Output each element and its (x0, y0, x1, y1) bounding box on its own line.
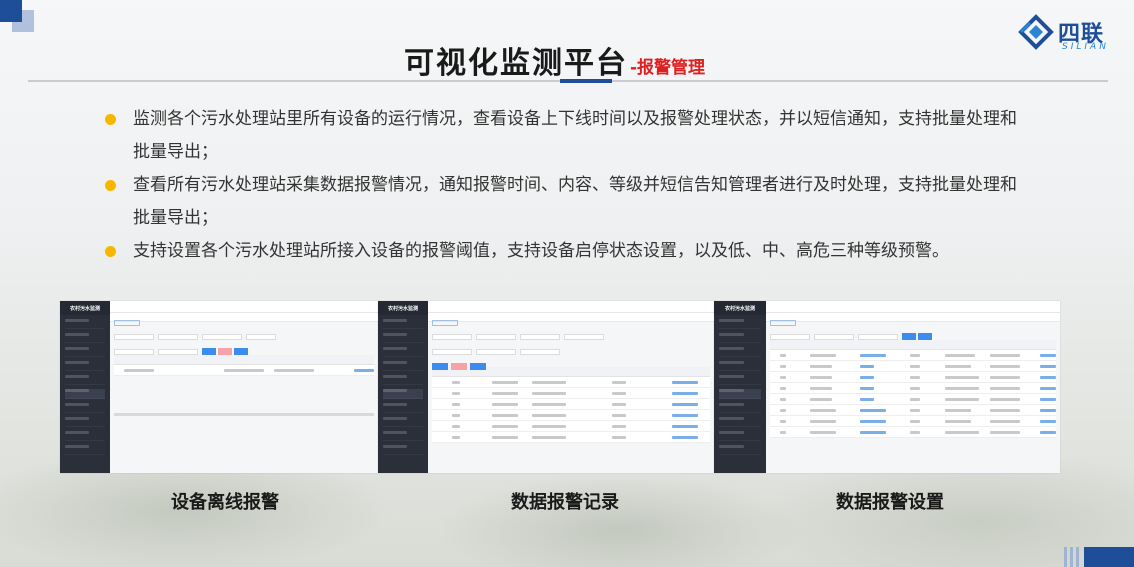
app-content (766, 313, 1060, 473)
corner-decoration-bottom-right (1064, 545, 1134, 567)
bullet-text: 查看所有污水处理站采集数据报警情况，通知报警时间、内容、等级并短信告知管理者进行… (133, 175, 1017, 228)
bullet-dot-icon (105, 114, 116, 125)
data-table (114, 355, 374, 376)
logo-mark-icon (1018, 14, 1054, 50)
bullet-text: 监测各个污水处理站里所有设备的运行情况，查看设备上下线时间以及报警处理状态，并以… (133, 109, 1017, 162)
app-topbar (766, 301, 1060, 313)
caption-data-alarm-settings: 数据报警设置 (836, 492, 944, 513)
caption-device-offline-alarm: 设备离线报警 (171, 492, 279, 513)
app-content (110, 313, 378, 473)
app-title: 农村污水监测 (60, 301, 110, 315)
app-sidebar: 农村污水监测 (378, 301, 428, 473)
bullet-dot-icon (105, 246, 116, 257)
app-title: 农村污水监测 (378, 301, 428, 315)
app-title: 农村污水监测 (714, 301, 766, 315)
screenshot-device-offline-alarm: 农村污水监测 (60, 301, 378, 473)
app-sidebar: 农村污水监测 (714, 301, 766, 473)
screenshot-data-alarm-settings: 农村污水监测 (714, 301, 1060, 473)
page-title-sub: -报警管理 (630, 58, 706, 78)
bullet-text: 支持设置各个污水处理站所接入设备的报警阈值，支持设备启停状态设置，以及低、中、高… (133, 241, 949, 261)
company-logo: 四联 SILIAN (1018, 12, 1118, 52)
logo-name-en: SILIAN (1062, 42, 1109, 52)
bullet-list: 监测各个污水处理站里所有设备的运行情况，查看设备上下线时间以及报警处理状态，并以… (103, 103, 1033, 268)
app-sidebar: 农村污水监测 (60, 301, 110, 473)
caption-data-alarm-records: 数据报警记录 (511, 492, 619, 513)
bullet-dot-icon (105, 180, 116, 191)
screenshot-data-alarm-records: 农村污水监测 (378, 301, 714, 473)
title-divider-accent (560, 79, 612, 83)
bullet-item: 查看所有污水处理站采集数据报警情况，通知报警时间、内容、等级并短信告知管理者进行… (103, 169, 1033, 235)
app-content (428, 313, 714, 473)
app-topbar (428, 301, 714, 313)
app-topbar (110, 301, 378, 313)
bullet-item: 监测各个污水处理站里所有设备的运行情况，查看设备上下线时间以及报警处理状态，并以… (103, 103, 1033, 169)
data-table (432, 367, 710, 443)
page-title: 可视化监测平台 -报警管理 (404, 38, 705, 82)
data-table (770, 340, 1056, 438)
bullet-item: 支持设置各个污水处理站所接入设备的报警阈值，支持设备启停状态设置，以及低、中、高… (103, 235, 1033, 268)
page-title-main: 可视化监测平台 (404, 46, 628, 81)
